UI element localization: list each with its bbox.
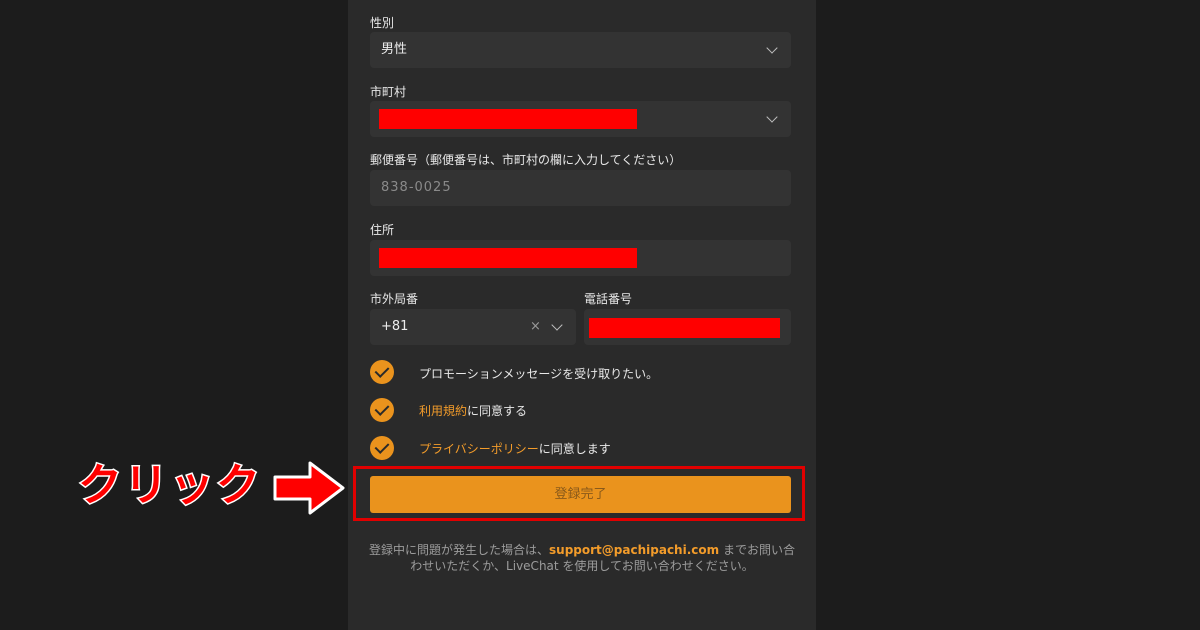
highlight-box <box>353 466 805 521</box>
support-note: 登録中に問題が発生した場合は、support@pachipachi.com まで… <box>368 542 796 574</box>
privacy-checkbox[interactable] <box>370 436 394 460</box>
area-code-value: +81 <box>381 319 409 334</box>
address-label: 住所 <box>370 223 395 237</box>
click-annotation-label: クリック <box>77 459 262 513</box>
postal-input[interactable]: 838-0025 <box>370 170 791 206</box>
privacy-checkbox-label: プライバシーポリシーに同意します <box>419 441 611 457</box>
area-code-select[interactable]: +81 × <box>370 309 576 345</box>
phone-input[interactable] <box>584 309 791 345</box>
terms-checkbox[interactable] <box>370 398 394 422</box>
redaction-bar <box>379 248 637 268</box>
terms-text: に同意する <box>467 404 528 418</box>
city-label: 市町村 <box>370 85 407 99</box>
promo-checkbox-label: プロモーションメッセージを受け取りたい。 <box>419 367 659 381</box>
privacy-link[interactable]: プライバシーポリシー <box>419 442 539 456</box>
privacy-text: に同意します <box>538 442 611 456</box>
chevron-down-icon <box>766 111 778 123</box>
chevron-down-icon <box>551 319 563 331</box>
promo-checkbox[interactable] <box>370 360 394 384</box>
clear-icon[interactable]: × <box>530 320 541 334</box>
page: 性別 男性 市町村 郵便番号（郵便番号は、市町村の欄に入力してください） 838… <box>0 0 1200 630</box>
gender-label: 性別 <box>370 16 395 30</box>
postal-placeholder: 838-0025 <box>381 180 452 195</box>
gender-select[interactable]: 男性 <box>370 32 791 68</box>
phone-label: 電話番号 <box>584 292 633 306</box>
redaction-bar <box>379 109 637 129</box>
terms-link[interactable]: 利用規約 <box>419 404 467 418</box>
chevron-down-icon <box>766 42 778 54</box>
area-code-label: 市外局番 <box>370 292 419 306</box>
address-input[interactable] <box>370 240 791 276</box>
gender-value: 男性 <box>381 42 408 57</box>
redaction-bar <box>589 318 780 338</box>
city-select[interactable] <box>370 101 791 137</box>
support-email-link[interactable]: support@pachipachi.com <box>549 543 719 557</box>
terms-checkbox-label: 利用規約に同意する <box>419 403 527 419</box>
postal-label: 郵便番号（郵便番号は、市町村の欄に入力してください） <box>370 153 682 167</box>
support-note-prefix: 登録中に問題が発生した場合は、 <box>369 543 550 557</box>
arrow-right-icon <box>273 461 345 515</box>
